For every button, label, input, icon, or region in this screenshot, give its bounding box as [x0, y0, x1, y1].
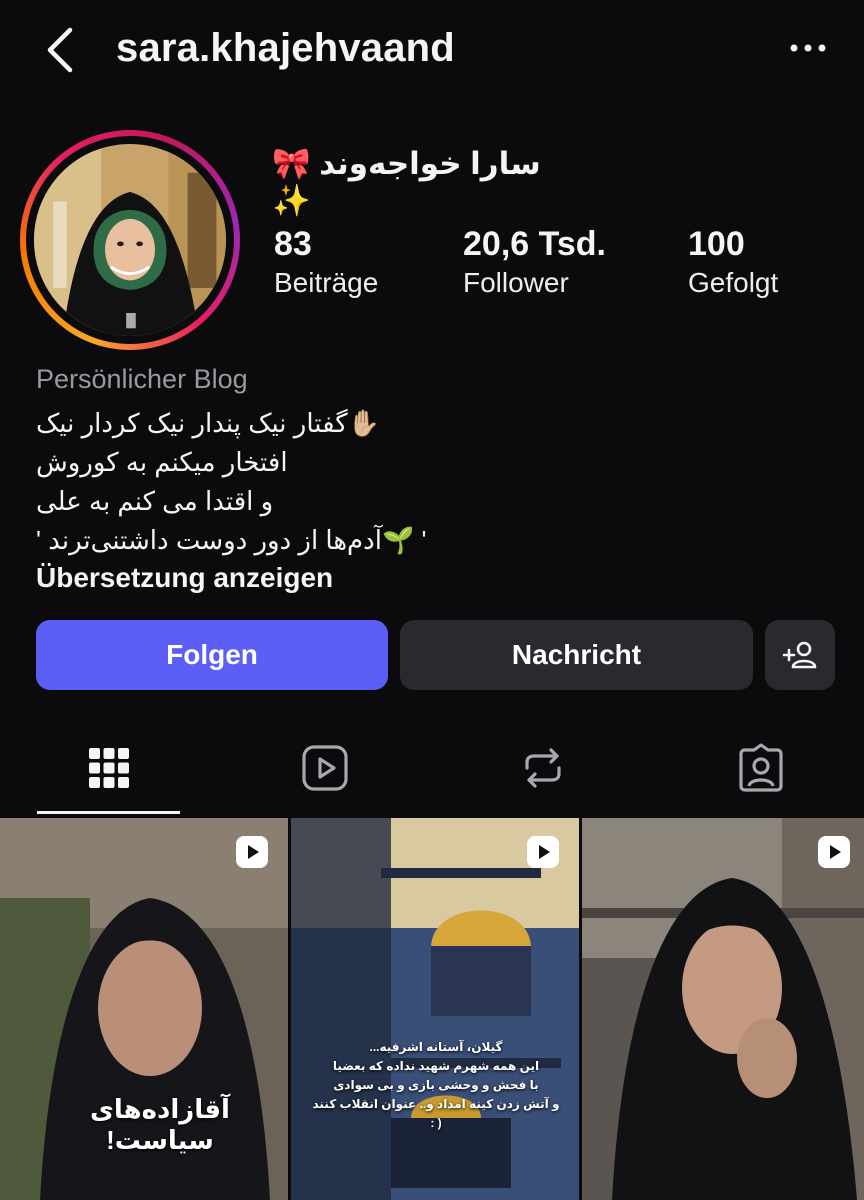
followers-count: 20,6 Tsd.: [463, 225, 606, 263]
post-image: [582, 818, 864, 1200]
posts-label: Beiträge: [274, 267, 379, 298]
post-image: [291, 818, 579, 1200]
caption-line: و آتش زدن کینه امداد و.. عنوان انقلاب کن…: [312, 1097, 560, 1130]
bio-line: و اقتدا می کنم به علی: [36, 486, 274, 516]
following-count: 100: [688, 225, 745, 263]
posts-count: 83: [274, 225, 312, 263]
profile-header: sara.khajehvaand: [0, 0, 864, 100]
caption-line: گیلان، آستانه اشرفیه...: [369, 1040, 503, 1054]
caption-line: این همه شهرم شهید نداده که بعضیا: [332, 1059, 540, 1073]
caption-line: با فحش و وحشی بازی و بی سوادی: [333, 1078, 539, 1092]
post-thumbnail[interactable]: گیلان، آستانه اشرفیه... این همه شهرم شهی…: [291, 818, 579, 1200]
story-ring[interactable]: [20, 130, 240, 350]
follow-button[interactable]: Folgen: [36, 620, 388, 690]
profile-username: sara.khajehvaand: [116, 26, 455, 70]
posts-grid: آقازاده‌های سیاست! گیلان، آستانه اشرفیه.…: [0, 818, 864, 1200]
more-dots-icon: [790, 44, 826, 52]
chevron-left-icon: [47, 27, 73, 73]
tab-reposts[interactable]: [471, 720, 615, 816]
reel-badge: [234, 834, 270, 870]
reels-icon: [527, 836, 559, 868]
post-thumbnail[interactable]: [582, 818, 864, 1200]
profile-display-name: سارا خواجه‌وند 🎀✨: [272, 146, 541, 218]
tagged-icon: [739, 743, 783, 792]
followers-label: Follower: [463, 267, 569, 298]
profile-tabs: [0, 720, 864, 816]
reels-icon: [236, 836, 268, 868]
post-caption: گیلان، آستانه اشرفیه... این همه شهرم شهی…: [311, 1038, 561, 1133]
profile-category: Persönlicher Blog: [36, 364, 248, 394]
following-label: Gefolgt: [688, 267, 779, 298]
bio-line: ✋🏼گفتار نیک پندار نیک کردار نیک: [36, 408, 380, 438]
tab-tagged[interactable]: [689, 720, 833, 816]
repost-icon: [525, 748, 561, 788]
bio-line: افتخار میکنم به کوروش: [36, 447, 288, 477]
reel-badge: [525, 834, 561, 870]
posts-count-stat[interactable]: 83 Beiträge: [274, 224, 378, 302]
tab-posts-grid[interactable]: [37, 720, 181, 816]
tab-reels[interactable]: [253, 720, 397, 816]
more-options-button[interactable]: [788, 36, 828, 64]
profile-bio: ✋🏼گفتار نیک پندار نیک کردار نیک افتخار م…: [36, 404, 596, 560]
bio-line: ' 🌱آدم‌ها از دور دوست داشتنی‌ترند ': [36, 525, 427, 555]
post-caption: آقازاده‌های سیاست!: [90, 1094, 230, 1155]
post-thumbnail[interactable]: آقازاده‌های سیاست!: [0, 818, 288, 1200]
add-user-icon: [782, 641, 817, 669]
back-button[interactable]: [40, 24, 84, 76]
profile-photo: [34, 144, 226, 336]
message-button[interactable]: Nachricht: [400, 620, 753, 690]
show-translation-link[interactable]: Übersetzung anzeigen: [36, 562, 333, 594]
reels-icon: [818, 836, 850, 868]
followers-count-stat[interactable]: 20,6 Tsd. Follower: [463, 224, 606, 302]
avatar[interactable]: [34, 144, 226, 336]
following-count-stat[interactable]: 100 Gefolgt: [688, 224, 778, 302]
suggested-users-button[interactable]: [765, 620, 835, 690]
active-tab-indicator: [37, 811, 180, 814]
grid-icon: [89, 748, 129, 788]
reel-badge: [816, 834, 852, 870]
reels-icon: [302, 745, 348, 791]
